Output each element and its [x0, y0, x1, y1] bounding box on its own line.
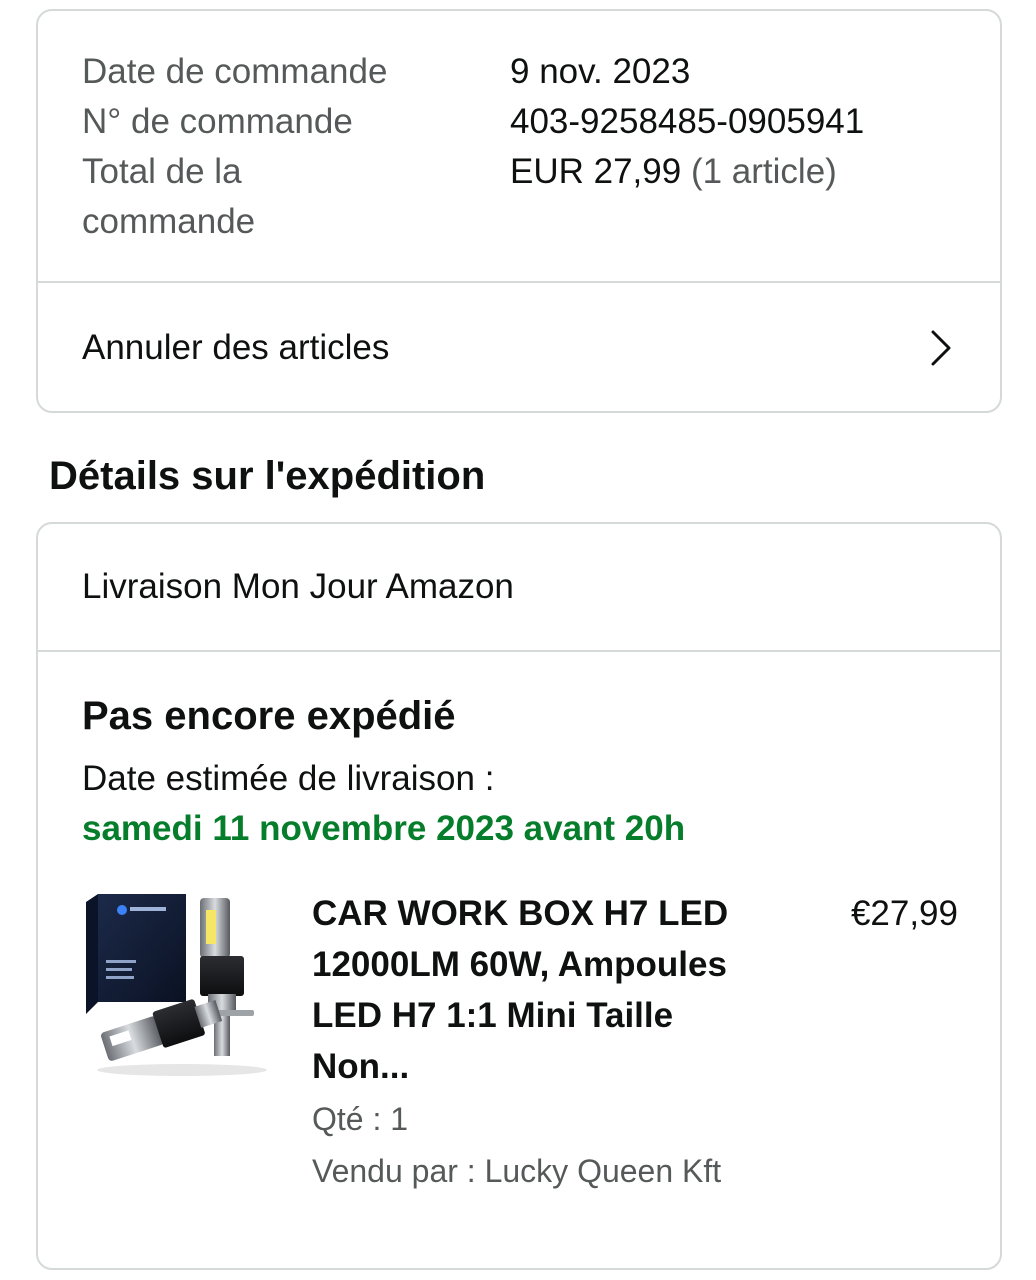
order-total-label-line1: Total de la	[82, 152, 242, 191]
order-summary-card: Date de commande 9 nov. 2023 N° de comma…	[36, 9, 1002, 413]
order-number-label: N° de commande	[82, 102, 353, 141]
chevron-right-icon	[931, 330, 951, 366]
cancel-items-label: Annuler des articles	[82, 328, 390, 367]
order-total-value: EUR 27,99 (1 article)	[510, 147, 837, 197]
order-date-value: 9 nov. 2023	[510, 52, 691, 91]
order-date-row: Date de commande 9 nov. 2023	[82, 47, 690, 97]
order-number-value: 403-9258485-0905941	[510, 102, 865, 141]
product-quantity: Qté : 1	[312, 1101, 409, 1137]
eta-label: Date estimée de livraison :	[82, 759, 495, 798]
order-total-label-line2: commande	[82, 202, 256, 241]
product-price: €27,99	[850, 894, 958, 933]
order-total-row: Total de la commande EUR 27,99 (1 articl…	[82, 147, 837, 247]
order-total-count: (1 article)	[690, 152, 837, 191]
shipping-card: Livraison Mon Jour Amazon Pas encore exp…	[36, 522, 1002, 1270]
shipping-section-title: Détails sur l'expédition	[49, 454, 486, 498]
product-image[interactable]	[82, 890, 272, 1080]
product-seller: Vendu par : Lucky Queen Kft	[312, 1153, 722, 1189]
shipping-method: Livraison Mon Jour Amazon	[82, 567, 514, 606]
cancel-items-link[interactable]: Annuler des articles	[38, 283, 1000, 413]
order-date-label: Date de commande	[82, 52, 388, 91]
order-number-row: N° de commande 403-9258485-0905941	[82, 97, 864, 147]
divider	[38, 650, 1000, 652]
order-total-label: Total de la commande	[82, 147, 442, 247]
shipment-status: Pas encore expédié	[82, 694, 456, 738]
eta-date: samedi 11 novembre 2023 avant 20h	[82, 809, 686, 848]
product-title-link[interactable]: CAR WORK BOX H7 LED 12000LM 60W, Ampoule…	[312, 888, 732, 1092]
order-total-amount: EUR 27,99	[510, 152, 682, 191]
